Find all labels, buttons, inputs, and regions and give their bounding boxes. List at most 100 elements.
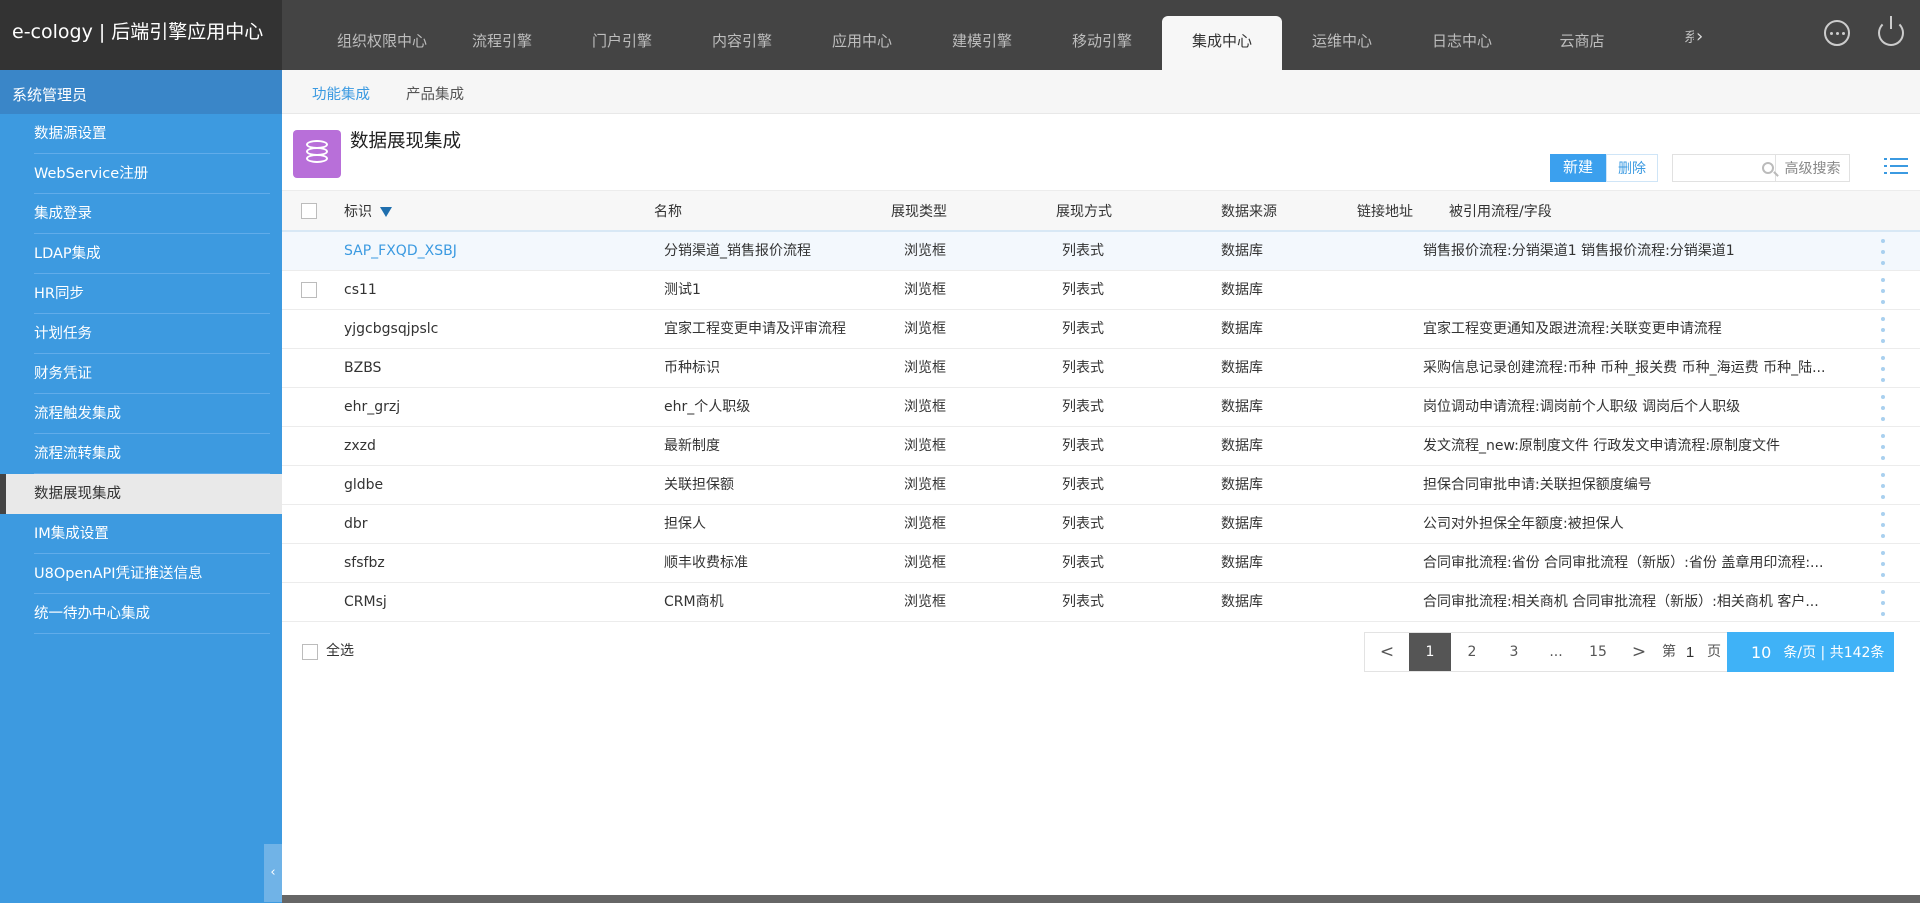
goto-page-input[interactable] bbox=[1679, 633, 1701, 671]
nav-tab[interactable]: 组织权限中心 bbox=[322, 16, 442, 70]
list-view-icon[interactable] bbox=[1884, 158, 1908, 178]
page-button[interactable]: 3 bbox=[1493, 633, 1535, 671]
select-all-checkbox[interactable] bbox=[302, 644, 318, 660]
cell-referenced-by: 宜家工程变更通知及跟进流程:关联变更申请流程 bbox=[1423, 321, 1722, 337]
cell-id: yjgcbgsqjpslc bbox=[344, 321, 439, 337]
table-row[interactable]: cs11 测试1 浏览框 列表式 数据库 bbox=[282, 271, 1920, 310]
table-row[interactable]: gldbe 关联担保额 浏览框 列表式 数据库 担保合同审批申请:关联担保额度编… bbox=[282, 466, 1920, 505]
table-row[interactable]: SAP_FXQD_XSBJ 分销渠道_销售报价流程 浏览框 列表式 数据库 销售… bbox=[282, 232, 1920, 271]
cell-name: ehr_个人职级 bbox=[664, 399, 751, 415]
sidebar-item-scheduled-tasks[interactable]: 计划任务 bbox=[0, 314, 282, 354]
sidebar-item-datasource[interactable]: 数据源设置 bbox=[0, 114, 282, 154]
row-checkbox[interactable] bbox=[301, 282, 317, 298]
page-button[interactable]: 2 bbox=[1451, 633, 1493, 671]
table-row[interactable]: BZBS 币种标识 浏览框 列表式 数据库 采购信息记录创建流程:币种 币种_报… bbox=[282, 349, 1920, 388]
nav-scroll-right-button[interactable]: 系› bbox=[1684, 26, 1714, 56]
tab-function-integration[interactable]: 功能集成 bbox=[312, 70, 370, 113]
nav-tab[interactable]: 日志中心 bbox=[1402, 16, 1522, 70]
nav-tab[interactable]: 流程引擎 bbox=[442, 16, 562, 70]
chevron-left-icon: ‹ bbox=[270, 865, 276, 880]
table-row[interactable]: dbr 担保人 浏览框 列表式 数据库 公司对外担保全年额度:被担保人 bbox=[282, 505, 1920, 544]
prev-page-button[interactable]: < bbox=[1365, 633, 1409, 671]
table-row[interactable]: sfsfbz 顺丰收费标准 浏览框 列表式 数据库 合同审批流程:省份 合同审批… bbox=[282, 544, 1920, 583]
nav-tab[interactable]: 内容引擎 bbox=[682, 16, 802, 70]
cell-id: gldbe bbox=[344, 477, 384, 493]
search-icon[interactable] bbox=[1762, 162, 1774, 174]
sidebar-item-u8-openapi[interactable]: U8OpenAPI凭证推送信息 bbox=[0, 554, 282, 594]
new-button[interactable]: 新建 bbox=[1550, 154, 1606, 182]
sidebar-item-finance-voucher[interactable]: 财务凭证 bbox=[0, 354, 282, 394]
page-size-value: 10 bbox=[1751, 642, 1772, 662]
more-icon[interactable] bbox=[1824, 20, 1850, 46]
sidebar-item-workflow-trigger[interactable]: 流程触发集成 bbox=[0, 394, 282, 434]
page-button[interactable]: 15 bbox=[1577, 633, 1619, 671]
row-more-icon[interactable] bbox=[1878, 395, 1888, 421]
cell-display-mode: 列表式 bbox=[1062, 516, 1104, 532]
row-more-icon[interactable] bbox=[1878, 473, 1888, 499]
sidebar-item-hr-sync[interactable]: HR同步 bbox=[0, 274, 282, 314]
row-more-icon[interactable] bbox=[1878, 239, 1888, 265]
row-more-icon[interactable] bbox=[1878, 317, 1888, 343]
sidebar-item-todo-center[interactable]: 统一待办中心集成 bbox=[0, 594, 282, 634]
row-more-icon[interactable] bbox=[1878, 590, 1888, 616]
table-row[interactable]: yjgcbgsqjpslc 宜家工程变更申请及评审流程 浏览框 列表式 数据库 … bbox=[282, 310, 1920, 349]
cell-id: CRMsj bbox=[344, 594, 387, 610]
sidebar-item-sso[interactable]: 集成登录 bbox=[0, 194, 282, 234]
column-header-id[interactable]: 标识 bbox=[344, 191, 392, 233]
next-page-button[interactable]: > bbox=[1619, 633, 1659, 671]
cell-name: 担保人 bbox=[664, 516, 706, 532]
delete-button[interactable]: 删除 bbox=[1606, 154, 1658, 182]
row-more-icon[interactable] bbox=[1878, 551, 1888, 577]
sort-desc-icon[interactable] bbox=[380, 207, 392, 217]
row-more-icon[interactable] bbox=[1878, 356, 1888, 382]
cell-name: 币种标识 bbox=[664, 360, 720, 376]
cell-name: 关联担保额 bbox=[664, 477, 734, 493]
cell-referenced-by: 担保合同审批申请:关联担保额度编号 bbox=[1423, 477, 1652, 493]
column-header-link-url: 链接地址 bbox=[1357, 204, 1413, 220]
nav-tab[interactable]: 云商店 bbox=[1522, 16, 1642, 70]
page-button-active[interactable]: 1 bbox=[1409, 633, 1451, 671]
cell-referenced-by: 发文流程_new:原制度文件 行政发文申请流程:原制度文件 bbox=[1423, 438, 1781, 454]
cell-data-source: 数据库 bbox=[1221, 555, 1263, 571]
cell-display-type: 浏览框 bbox=[904, 321, 946, 337]
cell-data-source: 数据库 bbox=[1221, 321, 1263, 337]
cell-data-source: 数据库 bbox=[1221, 438, 1263, 454]
nav-tab-integration-center[interactable]: 集成中心 bbox=[1162, 16, 1282, 70]
page-size-selector[interactable]: 10 条/页 | 共142条 bbox=[1727, 632, 1895, 672]
cell-display-mode: 列表式 bbox=[1062, 321, 1104, 337]
nav-tab[interactable]: 应用中心 bbox=[802, 16, 922, 70]
nav-tab[interactable]: 运维中心 bbox=[1282, 16, 1402, 70]
cell-display-type: 浏览框 bbox=[904, 243, 946, 259]
row-more-icon[interactable] bbox=[1878, 278, 1888, 304]
sidebar-item-workflow-flow[interactable]: 流程流转集成 bbox=[0, 434, 282, 474]
row-more-icon[interactable] bbox=[1878, 512, 1888, 538]
table-row[interactable]: CRMsj CRM商机 浏览框 列表式 数据库 合同审批流程:相关商机 合同审批… bbox=[282, 583, 1920, 622]
tab-product-integration[interactable]: 产品集成 bbox=[406, 70, 464, 113]
table-row[interactable]: zxzd 最新制度 浏览框 列表式 数据库 发文流程_new:原制度文件 行政发… bbox=[282, 427, 1920, 466]
cell-display-type: 浏览框 bbox=[904, 477, 946, 493]
bottom-scrollbar[interactable] bbox=[282, 895, 1920, 903]
search-input[interactable] bbox=[1672, 154, 1776, 182]
cell-id[interactable]: SAP_FXQD_XSBJ bbox=[344, 232, 634, 271]
row-more-icon[interactable] bbox=[1878, 434, 1888, 460]
sidebar-item-ldap[interactable]: LDAP集成 bbox=[0, 234, 282, 274]
nav-tab[interactable]: 移动引擎 bbox=[1042, 16, 1162, 70]
sidebar-item-data-display[interactable]: 数据展现集成 bbox=[0, 474, 282, 514]
cell-display-type: 浏览框 bbox=[904, 282, 946, 298]
cell-display-mode: 列表式 bbox=[1062, 555, 1104, 571]
cell-display-mode: 列表式 bbox=[1062, 399, 1104, 415]
sidebar-item-im[interactable]: IM集成设置 bbox=[0, 514, 282, 554]
nav-tab[interactable]: 门户引擎 bbox=[562, 16, 682, 70]
advanced-search-button[interactable]: 高级搜索 bbox=[1776, 154, 1850, 182]
nav-tab[interactable]: 建模引擎 bbox=[922, 16, 1042, 70]
power-icon[interactable] bbox=[1878, 16, 1904, 46]
cell-data-source: 数据库 bbox=[1221, 243, 1263, 259]
cell-id: sfsfbz bbox=[344, 555, 385, 571]
cell-display-type: 浏览框 bbox=[904, 399, 946, 415]
header-select-checkbox[interactable] bbox=[301, 203, 317, 219]
select-all-label[interactable]: 全选 bbox=[326, 640, 354, 662]
cell-name: 宜家工程变更申请及评审流程 bbox=[664, 321, 846, 337]
table-row[interactable]: ehr_grzj ehr_个人职级 浏览框 列表式 数据库 岗位调动申请流程:调… bbox=[282, 388, 1920, 427]
sidebar-collapse-button[interactable]: ‹ bbox=[264, 844, 282, 902]
sidebar-item-webservice[interactable]: WebService注册 bbox=[0, 154, 282, 194]
